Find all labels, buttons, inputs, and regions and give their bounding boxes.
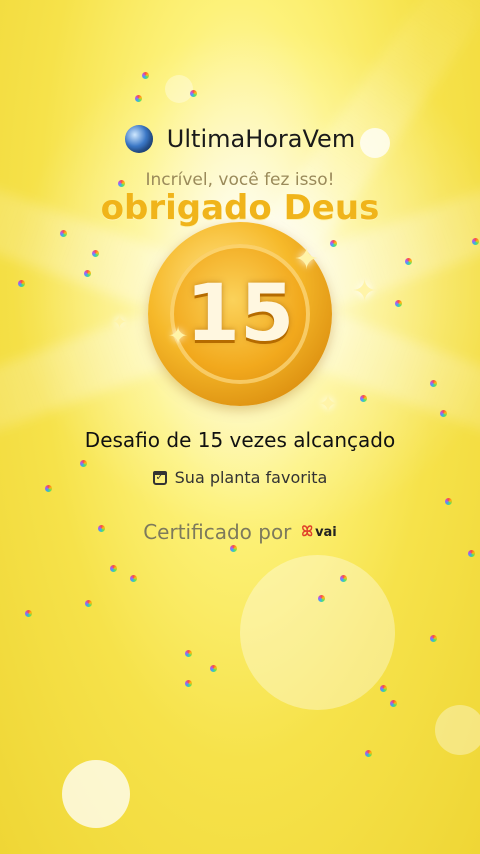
brand-icon: ꕤ [301,524,314,540]
confetti [92,250,99,257]
confetti [440,410,447,417]
brand-logo: ꕤ vai [301,524,336,540]
confetti [468,550,475,557]
sparkle-icon: ✦ [318,390,339,418]
confetti [84,270,91,277]
confetti [380,685,387,692]
sparkle-icon: ✦ [294,242,320,277]
sparkle-icon: ✦ [168,322,189,350]
certified-label: Certificado por [143,520,292,544]
globe-icon [124,125,153,153]
confetti [472,238,479,245]
confetti [18,280,25,287]
confetti [80,460,87,467]
confetti [135,95,142,102]
confetti [190,90,197,97]
confetti [340,575,347,582]
confetti [110,565,117,572]
confetti [430,380,437,387]
confetti [318,595,325,602]
confetti [405,258,412,265]
decor-bubble [62,760,130,828]
confetti [390,700,397,707]
certified-row: Certificado por ꕤ vai [0,520,480,544]
confetti [25,610,32,617]
confetti [60,230,67,237]
app-name: UltimaHoraVem [166,125,356,153]
sparkle-icon: ✦ [352,274,378,309]
confetti [365,750,372,757]
achievement-title: Desafio de 15 vezes alcançado [84,428,396,452]
decor-bubble [435,705,480,755]
calendar-check-icon: ✓ [152,470,167,485]
confetti [430,635,437,642]
decor-bubble [240,555,395,710]
confetti [185,650,192,657]
subtitle: Incrível, você fez isso! [145,170,335,190]
confetti [85,600,92,607]
confetti [130,575,137,582]
task-row: ✓ Sua planta favorita [0,468,480,487]
confetti [185,680,192,687]
task-label: Sua planta favorita [174,468,328,487]
confetti [230,545,237,552]
app-header: UltimaHoraVem [0,125,480,153]
confetti [445,498,452,505]
sparkle-icon: ✦ [112,312,128,333]
confetti [142,72,149,79]
confetti [395,300,402,307]
confetti [360,395,367,402]
brand-name: vai [315,524,337,540]
decor-bubble [165,75,193,103]
confetti [210,665,217,672]
